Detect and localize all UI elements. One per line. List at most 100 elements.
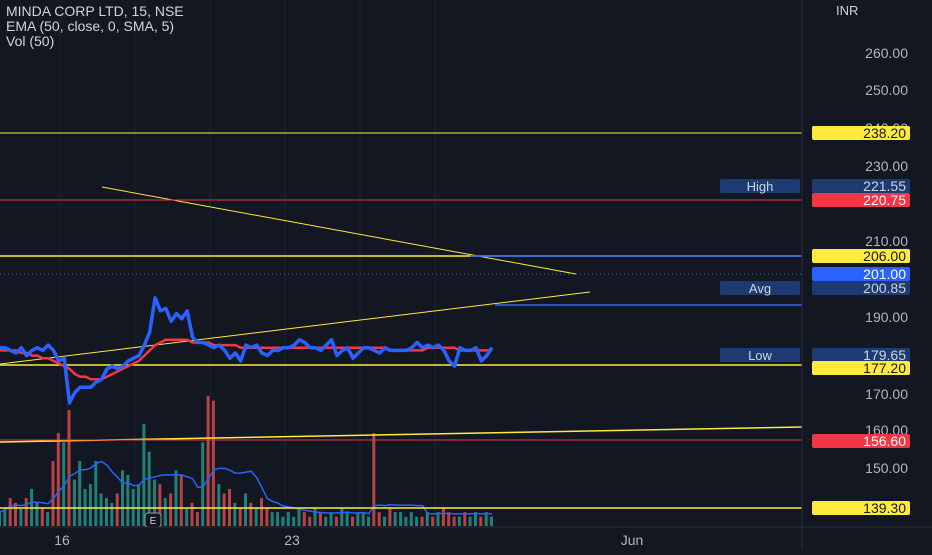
volume-bar [361,512,365,526]
chart-legend[interactable]: MINDA CORP LTD, 15, NSE EMA (50, close, … [6,4,184,49]
time-tick-label: 16 [54,532,70,548]
label-avg-value: 200.85 [863,280,906,296]
volume-bar [318,512,322,526]
volume-bar [115,493,119,526]
label-177-20[interactable]: 177.20 [812,360,910,376]
volume-bar [185,507,189,526]
volume-bar [105,498,108,526]
volume-bar [313,507,317,526]
volume-bar [286,512,290,526]
volume-bar [345,512,349,526]
volume-bar [351,516,354,526]
price-tick-label: 210.00 [865,233,908,249]
chart-area[interactable]: E INR260.00250.00240.00230.00210.00190.0… [0,0,932,550]
legend-ema[interactable]: EMA (50, close, 0, SMA, 5) [6,19,184,34]
volume-bar [479,516,483,526]
time-tick-label: 23 [284,532,300,548]
label-220-75-value: 220.75 [863,192,906,208]
volume-bar [14,502,17,526]
label-238-20[interactable]: 238.20 [812,125,910,141]
volume-bar [302,512,306,526]
price-tick-label: 190.00 [865,309,908,325]
label-high-prefix: High [747,179,774,194]
volume-bar [292,516,296,526]
volume-bar [163,498,167,526]
legend-symbol[interactable]: MINDA CORP LTD, 15, NSE [6,4,184,19]
volume-bar [217,484,221,526]
volume-bar [19,507,23,526]
price-tick-label: 230.00 [865,158,908,174]
price-tick-label: 170.00 [865,386,908,402]
volume-bar [409,512,413,526]
label-139-30-value: 139.30 [863,500,906,516]
volume-bar [260,498,263,526]
volume-bar [195,512,199,526]
volume-bar [254,507,258,526]
volume-bar [297,507,301,526]
volume-bar [367,516,370,526]
label-206-value: 206.00 [863,248,906,264]
label-139-30[interactable]: 139.30 [812,500,910,516]
currency-label: INR [836,3,858,18]
volume-bar [244,493,247,526]
volume-bar [56,433,60,526]
volume-bar [308,516,312,526]
volume-bar [201,442,205,526]
volume-bar [452,516,456,526]
volume-bar [415,516,419,526]
earnings-marker[interactable]: E [144,512,162,528]
volume-bar [190,502,194,526]
legend-volume[interactable]: Vol (50) [6,34,184,49]
volume-bar [211,400,215,526]
label-156-60[interactable]: 156.60 [812,433,910,449]
volume-bar [404,516,408,526]
label-177-20-value: 177.20 [863,360,906,376]
time-tick-label: Jun [621,532,644,548]
volume-bar [99,493,103,526]
volume-bar [420,516,424,526]
volume-bar [276,512,280,526]
volume-bar [270,512,274,526]
label-low-prefix: Low [748,348,772,363]
volume-bar [377,512,381,526]
volume-bar [238,507,242,526]
volume-bar [490,516,493,526]
volume-bar [169,493,173,526]
volume-bar [399,512,403,526]
earnings-icon-letter: E [150,516,157,527]
volume-bar [383,516,386,526]
volume-bar [372,433,376,526]
label-avg[interactable]: Avg 200.85 [720,280,910,296]
label-238-20-value: 238.20 [863,125,906,141]
chart-background [0,0,932,550]
volume-bar [0,512,1,526]
volume-bar [329,512,333,526]
volume-bar [88,484,92,526]
volume-bar [468,516,472,526]
volume-bar [110,502,114,526]
volume-bar [393,512,397,526]
volume-bar [340,507,344,526]
label-206[interactable]: 206.00 [812,248,910,264]
volume-bar [72,479,76,526]
volume-bar [431,516,435,526]
label-220-75[interactable]: 220.75 [812,192,910,208]
volume-bar [324,516,328,526]
price-tick-label: 150.00 [865,460,908,476]
volume-bar [46,512,50,526]
label-avg-prefix: Avg [749,281,771,296]
volume-bar [334,516,338,526]
volume-bar [174,470,178,526]
volume-bar [222,493,226,526]
chart-canvas[interactable]: E INR260.00250.00240.00230.00210.00190.0… [0,0,932,550]
volume-bar [441,507,445,526]
volume-bar [206,396,210,526]
volume-bar [35,502,39,526]
volume-bar [24,498,28,526]
volume-bar [249,502,253,526]
volume-bar [233,502,237,526]
volume-bar [457,516,461,526]
price-tick-label: 260.00 [865,45,908,61]
volume-bar [137,484,140,526]
volume-bar [356,512,360,526]
